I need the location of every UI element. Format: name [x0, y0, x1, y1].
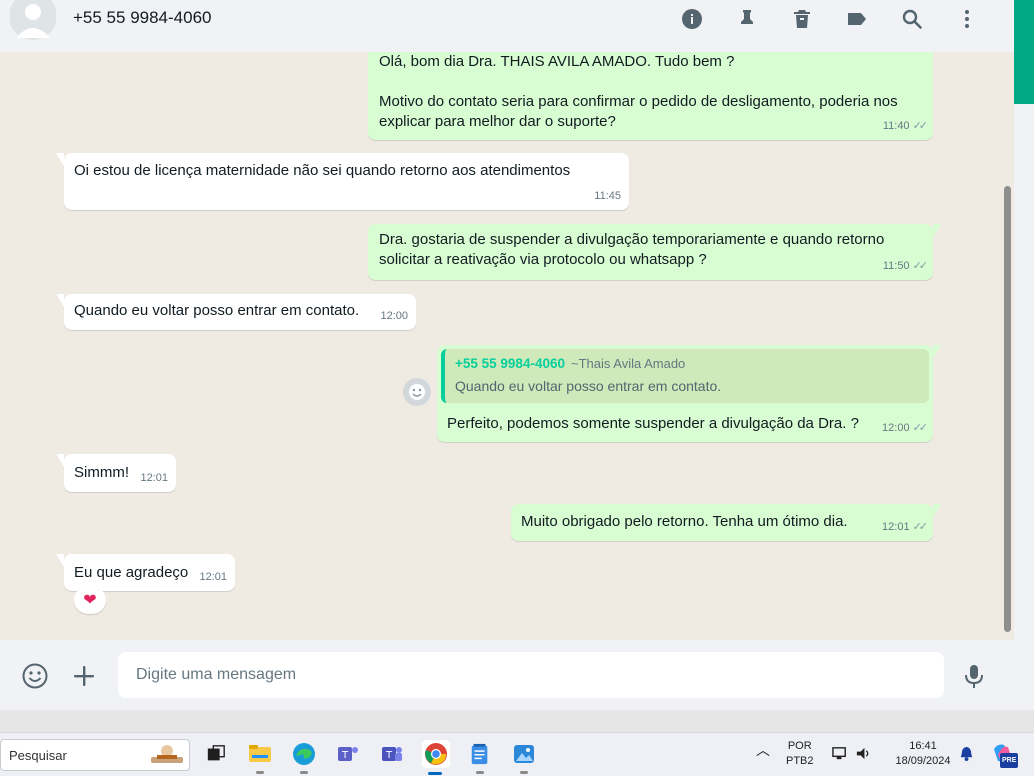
task-view-icon[interactable] — [203, 741, 229, 767]
bubble-tail — [56, 554, 64, 567]
scrollbar-thumb[interactable] — [1004, 186, 1011, 632]
chat-header: +55 55 9984-4060 — [0, 0, 1014, 52]
edge-browser-icon[interactable] — [291, 741, 317, 774]
message-text: Perfeito, podemos somente suspender a di… — [447, 415, 859, 432]
clock-time: 16:41 — [909, 740, 937, 752]
teams-icon[interactable]: T — [335, 741, 361, 767]
reaction-heart-icon[interactable]: ❤ — [74, 586, 106, 614]
svg-text:T: T — [341, 750, 349, 761]
message-outgoing[interactable]: Olá, bom dia Dra. THAIS AVILA AMADO. Tud… — [368, 52, 933, 140]
double-check-icon: ✓✓ — [912, 521, 929, 533]
bubble-tail — [56, 294, 64, 307]
search-highlight-icon — [151, 745, 183, 763]
quoted-sender: +55 55 9984-4060 — [455, 356, 565, 371]
clock[interactable]: 16:41 18/09/2024 — [888, 739, 958, 769]
input-language[interactable]: POR PTB2 — [786, 739, 814, 769]
clock-date: 18/09/2024 — [895, 755, 951, 767]
copilot-pre-badge: PRE — [1000, 753, 1019, 768]
info-icon[interactable] — [664, 6, 719, 32]
bubble-tail — [933, 345, 941, 358]
quoted-pushname: ~Thais Avila Amado — [570, 356, 686, 371]
message-text: Oi estou de licença maternidade não sei … — [74, 162, 571, 179]
bubble-tail — [933, 224, 941, 237]
message-outgoing-reply[interactable]: +55 55 9984-4060 ~Thais Avila Amado Quand… — [437, 345, 941, 442]
message-outgoing[interactable]: Dra. gostaria de suspender a divulgação … — [368, 224, 941, 280]
message-incoming[interactable]: Oi estou de licença maternidade não sei … — [56, 153, 629, 210]
message-time: 12:01 — [199, 571, 227, 583]
network-icon[interactable] — [832, 745, 849, 767]
quoted-text: Quando eu voltar posso entrar em contato… — [455, 378, 722, 394]
message-time: 11:45 — [594, 190, 621, 202]
svg-text:T: T — [385, 750, 393, 761]
double-check-icon: ✓✓ — [912, 422, 929, 434]
message-text: Quando eu voltar posso entrar em contato… — [74, 302, 360, 319]
message-incoming[interactable]: Quando eu voltar posso entrar em contato… — [56, 294, 416, 330]
taskbar-search-label: Pesquisar — [9, 747, 67, 763]
emoji-react-button[interactable] — [403, 378, 431, 406]
notepad-icon[interactable] — [467, 741, 493, 774]
notifications-bell-icon[interactable] — [958, 745, 975, 767]
message-time: 11:50 — [882, 260, 910, 272]
chrome-icon[interactable] — [422, 740, 450, 775]
delete-icon[interactable] — [774, 6, 829, 32]
label-icon[interactable] — [829, 6, 884, 32]
photos-icon[interactable] — [511, 741, 537, 774]
message-time: 12:01 — [140, 472, 168, 484]
side-panel-accent — [1014, 0, 1034, 104]
message-input[interactable] — [118, 652, 944, 698]
emoji-icon[interactable] — [21, 662, 49, 690]
volume-icon[interactable] — [855, 745, 872, 767]
taskbar-search[interactable]: Pesquisar — [0, 739, 190, 771]
contact-name[interactable]: +55 55 9984-4060 — [73, 8, 212, 28]
double-check-icon: ✓✓ — [912, 260, 929, 272]
message-time: 12:00 — [380, 310, 408, 322]
pin-icon[interactable] — [719, 6, 774, 32]
message-list[interactable]: Olá, bom dia Dra. THAIS AVILA AMADO. Tud… — [0, 52, 1000, 640]
file-explorer-icon[interactable] — [247, 741, 273, 774]
message-text: Muito obrigado pelo retorno. Tenha um ót… — [521, 513, 848, 530]
contact-avatar[interactable] — [9, 0, 57, 40]
message-time: 11:40 — [882, 120, 910, 132]
bubble-tail — [56, 454, 64, 467]
teams-work-icon[interactable]: T — [379, 741, 405, 767]
bubble-tail — [933, 504, 941, 517]
taskbar: Pesquisar T T ︿ POR PTB2 16:41 18/09/202… — [0, 732, 1034, 776]
composer-bar — [0, 640, 1014, 710]
message-text: Dra. gostaria de suspender a divulgação … — [379, 231, 889, 268]
search-icon[interactable] — [884, 6, 939, 32]
message-outgoing[interactable]: Muito obrigado pelo retorno. Tenha um ót… — [511, 504, 941, 541]
attach-plus-icon[interactable] — [70, 662, 98, 690]
message-incoming[interactable]: Simmm! 12:01 — [56, 454, 176, 492]
microphone-icon[interactable] — [960, 662, 988, 690]
double-check-icon: ✓✓ — [912, 120, 929, 132]
tray-overflow-icon[interactable]: ︿ — [756, 743, 770, 758]
message-time: 12:00 — [882, 422, 910, 434]
window-bottom-edge — [0, 710, 1034, 732]
menu-icon[interactable] — [939, 6, 994, 32]
message-text: Olá, bom dia Dra. THAIS AVILA AMADO. Tud… — [379, 53, 898, 130]
side-panel-edge — [1014, 0, 1034, 710]
quoted-message[interactable]: +55 55 9984-4060 ~Thais Avila Amado Quand… — [441, 349, 929, 403]
copilot-icon[interactable]: PRE — [990, 741, 1019, 772]
bubble-tail — [56, 153, 64, 166]
message-time: 12:01 — [882, 521, 910, 533]
